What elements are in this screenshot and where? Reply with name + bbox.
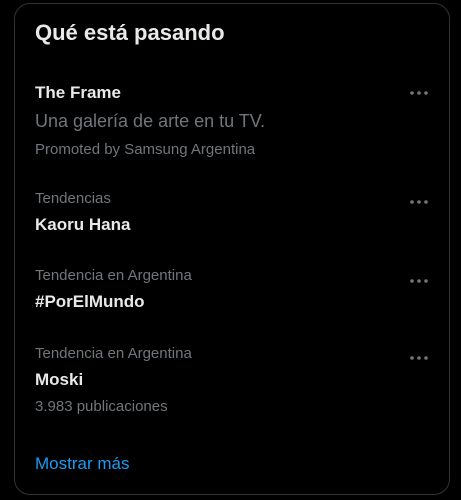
ellipsis-horizontal-icon	[410, 279, 428, 283]
more-options-button[interactable]	[407, 195, 431, 209]
trend-name: #PorElMundo	[35, 292, 145, 311]
ellipsis-horizontal-icon	[410, 356, 428, 360]
more-options-button[interactable]	[407, 86, 431, 100]
trend-context: Tendencia en Argentina	[35, 345, 192, 362]
trend-post-count: 3.983 publicaciones	[35, 398, 168, 415]
promoted-sponsor: Promoted by Samsung Argentina	[35, 141, 256, 158]
trend-name: Kaoru Hana	[35, 215, 131, 234]
trend-name: Moski	[35, 370, 84, 389]
whats-happening-panel: Qué está pasando The Frame Una galería d…	[14, 3, 450, 495]
ellipsis-horizontal-icon	[410, 200, 428, 204]
promoted-tagline: Una galería de arte en tu TV.	[35, 111, 266, 131]
panel-title: Qué está pasando	[35, 20, 225, 45]
ellipsis-horizontal-icon	[410, 91, 428, 95]
promoted-name: The Frame	[35, 83, 121, 102]
trend-context: Tendencias	[35, 190, 111, 207]
more-options-button[interactable]	[407, 274, 431, 288]
show-more-link[interactable]: Mostrar más	[35, 454, 129, 474]
trend-context: Tendencia en Argentina	[35, 267, 192, 284]
more-options-button[interactable]	[407, 351, 431, 365]
